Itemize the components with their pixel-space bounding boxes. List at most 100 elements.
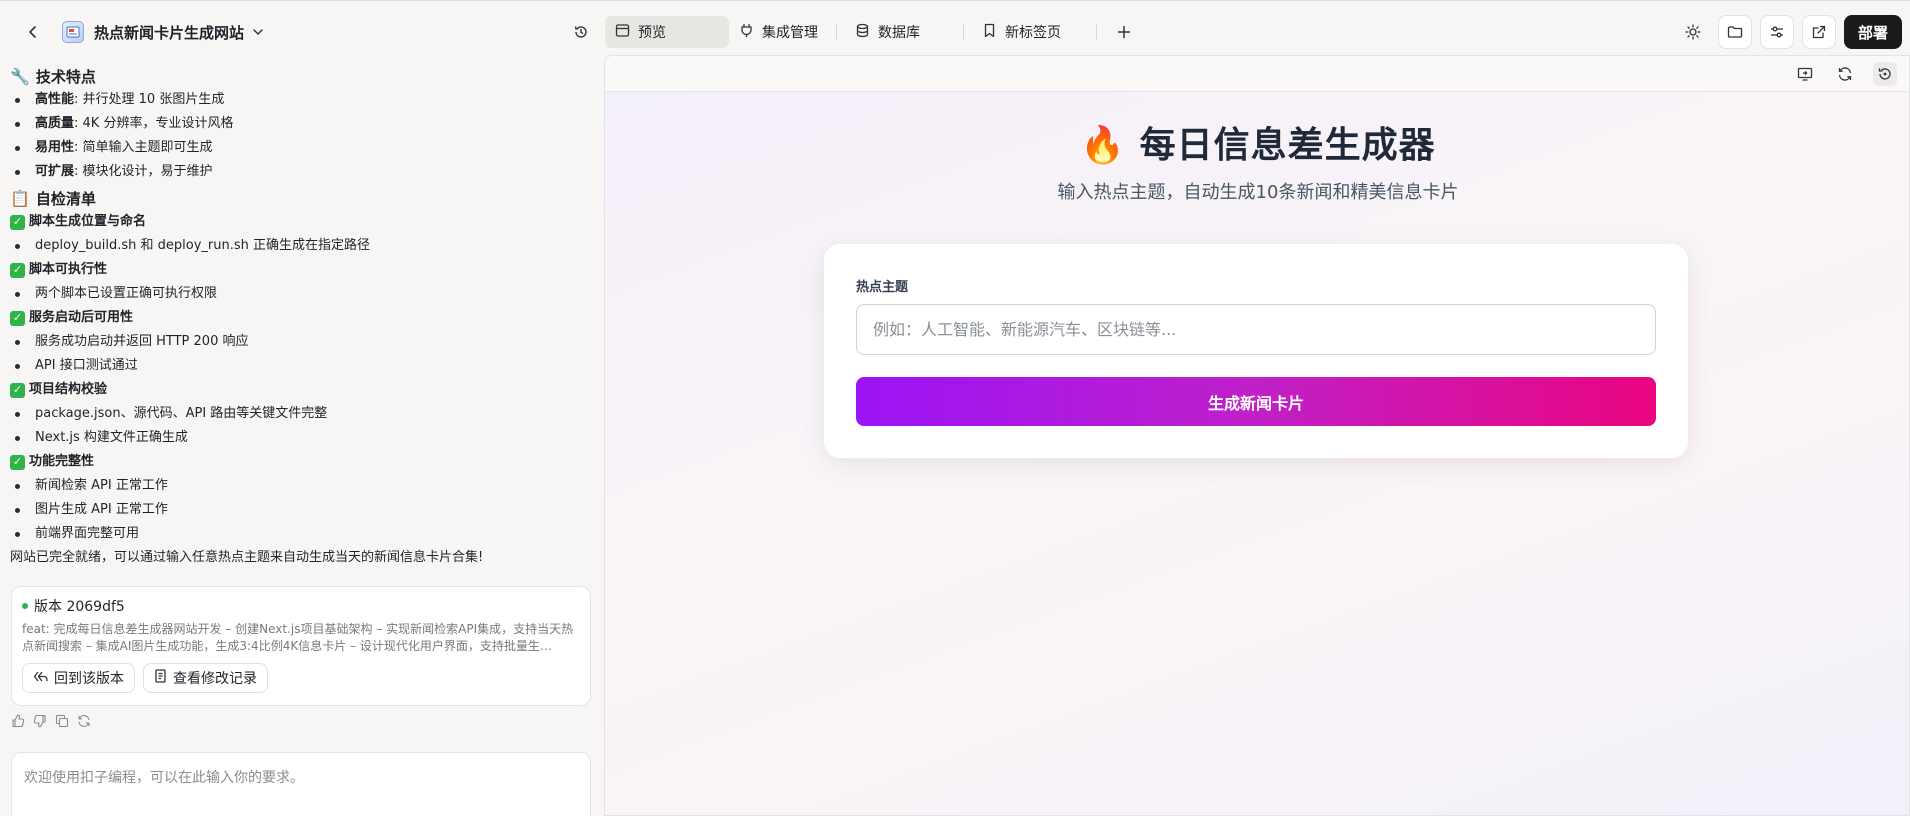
copy-icon[interactable] <box>54 713 70 729</box>
tab-preview[interactable]: 预览 <box>605 16 729 48</box>
thumbs-down-icon[interactable] <box>32 713 48 729</box>
project-header: 热点新闻卡片生成网站 <box>18 17 264 47</box>
section-title-checklist: 📋 自检清单 <box>10 186 590 210</box>
revert-icon <box>33 670 48 687</box>
wrench-icon: 🔧 <box>10 66 30 86</box>
list-item: 高性能: 并行处理 10 张图片生成 <box>10 88 590 112</box>
list-item: 前端界面完整可用 <box>10 522 590 546</box>
view-changes-button[interactable]: 查看修改记录 <box>143 663 268 693</box>
version-actions: 回到该版本 查看修改记录 <box>22 663 580 693</box>
check-item: ✓ 脚本可执行性 <box>10 258 590 282</box>
folder-icon[interactable] <box>1717 15 1752 49</box>
screen-share-icon[interactable] <box>1793 62 1817 86</box>
tab-new-tab[interactable]: 新标签页 <box>972 16 1088 48</box>
status-dot <box>22 603 28 609</box>
bookmark-icon <box>982 23 997 42</box>
page-subtitle: 输入热点主题，自动生成10条新闻和精美信息卡片 <box>1057 182 1459 203</box>
revert-version-button[interactable]: 回到该版本 <box>22 663 135 693</box>
version-description: feat: 完成每日信息差生成器网站开发 – 创建Next.js项目基础架构 –… <box>22 622 574 653</box>
external-link-icon[interactable] <box>1801 15 1836 49</box>
chat-input[interactable]: 欢迎使用扣子编程，可以在此输入你的要求。 <box>11 752 591 816</box>
summary-text: 网站已完全就绪，可以通过输入任意热点主题来自动生成当天的新闻信息卡片合集! <box>10 550 484 565</box>
tab-database[interactable]: 数据库 <box>845 16 955 48</box>
list-item: 高质量: 4K 分辨率，专业设计风格 <box>10 112 590 136</box>
history-icon[interactable] <box>566 17 596 47</box>
tech-list: 高性能: 并行处理 10 张图片生成 高质量: 4K 分辨率，专业设计风格 易用… <box>10 88 590 184</box>
checkmark-icon: ✓ <box>10 214 25 230</box>
project-logo-icon <box>62 21 84 43</box>
chevron-down-icon[interactable] <box>252 23 264 42</box>
preview-toolbar-actions <box>1793 62 1897 86</box>
list-item: Next.js 构建文件正确生成 <box>10 426 590 450</box>
section-title-tech: 🔧 技术特点 <box>10 64 590 88</box>
database-icon <box>855 23 870 42</box>
feedback-bar <box>10 713 92 729</box>
list-item: 易用性: 简单输入主题即可生成 <box>10 136 590 160</box>
chat-message: 🔧 技术特点 高性能: 并行处理 10 张图片生成 高质量: 4K 分辨率，专业… <box>0 64 600 570</box>
check-item: ✓ 项目结构校验 <box>10 378 590 402</box>
top-bar: 热点新闻卡片生成网站 预览 集成管理 数据库 新标签页 部署 <box>0 0 1910 62</box>
version-header: 版本 2069df5 <box>22 597 580 615</box>
deploy-button[interactable]: 部署 <box>1843 15 1902 49</box>
version-card: 版本 2069df5 feat: 完成每日信息差生成器网站开发 – 创建Next… <box>11 586 591 706</box>
check-detail-list: deploy_build.sh 和 deploy_run.sh 正确生成在指定路… <box>10 234 590 258</box>
tab-divider <box>836 24 837 40</box>
tab-bar: 预览 集成管理 数据库 新标签页 <box>605 16 1139 48</box>
checkmark-icon: ✓ <box>10 262 25 278</box>
page-title-text: 每日信息差生成器 <box>1139 125 1436 166</box>
preview-pane: 🔥 每日信息差生成器 输入热点主题，自动生成10条新闻和精美信息卡片 热点主题 … <box>604 55 1910 816</box>
check-item: ✓ 脚本生成位置与命名 <box>10 210 590 234</box>
refresh-icon[interactable] <box>1833 62 1857 86</box>
section-title-text: 技术特点 <box>35 67 96 86</box>
list-item: 新闻检索 API 正常工作 <box>10 474 590 498</box>
check-detail-list: 新闻检索 API 正常工作 图片生成 API 正常工作 前端界面完整可用 <box>10 474 590 546</box>
generator-card: 热点主题 生成新闻卡片 <box>824 244 1688 458</box>
check-item: ✓ 功能完整性 <box>10 450 590 474</box>
plug-icon <box>739 23 754 42</box>
back-icon[interactable] <box>18 17 48 47</box>
browser-window-icon <box>615 23 630 42</box>
tab-label: 数据库 <box>878 25 920 41</box>
topic-input[interactable] <box>856 304 1656 355</box>
checkmark-icon: ✓ <box>10 382 25 398</box>
tab-divider <box>1096 24 1097 40</box>
fire-icon: 🔥 <box>1080 125 1127 166</box>
check-detail-list: 两个脚本已设置正确可执行权限 <box>10 282 590 306</box>
hard-reload-icon[interactable] <box>1873 62 1897 86</box>
topic-field-label: 热点主题 <box>856 280 909 295</box>
preview-toolbar <box>605 56 1909 92</box>
tab-label: 集成管理 <box>762 25 818 41</box>
tab-label: 新标签页 <box>1005 25 1061 41</box>
button-label: 查看修改记录 <box>173 671 257 687</box>
topbar-actions: 部署 <box>1676 15 1902 49</box>
check-detail-list: package.json、源代码、API 路由等关键文件完整 Next.js 构… <box>10 402 590 450</box>
checkmark-icon: ✓ <box>10 310 25 326</box>
list-item: 两个脚本已设置正确可执行权限 <box>10 282 590 306</box>
settings-sliders-icon[interactable] <box>1759 15 1794 49</box>
checkmark-icon: ✓ <box>10 454 25 470</box>
page-title: 🔥 每日信息差生成器 <box>605 116 1909 168</box>
list-item: API 接口测试通过 <box>10 354 590 378</box>
tab-divider <box>963 24 964 40</box>
check-item: ✓ 服务启动后可用性 <box>10 306 590 330</box>
list-item: package.json、源代码、API 路由等关键文件完整 <box>10 402 590 426</box>
document-icon <box>154 669 167 687</box>
add-tab-icon[interactable] <box>1109 17 1139 47</box>
tab-integrations[interactable]: 集成管理 <box>729 16 828 48</box>
chat-panel: 🔧 技术特点 高性能: 并行处理 10 张图片生成 高质量: 4K 分辨率，专业… <box>0 62 600 816</box>
clipboard-icon: 📋 <box>10 188 30 208</box>
generate-cards-button[interactable]: 生成新闻卡片 <box>856 377 1656 426</box>
check-detail-list: 服务成功启动并返回 HTTP 200 响应 API 接口测试通过 <box>10 330 590 378</box>
version-label: 版本 2069df5 <box>34 599 125 615</box>
regenerate-icon[interactable] <box>76 713 92 729</box>
theme-sun-icon[interactable] <box>1676 15 1710 49</box>
section-title-text: 自检清单 <box>35 189 96 208</box>
list-item: 图片生成 API 正常工作 <box>10 498 590 522</box>
tab-label: 预览 <box>638 25 666 41</box>
project-title[interactable]: 热点新闻卡片生成网站 <box>94 22 244 43</box>
thumbs-up-icon[interactable] <box>10 713 26 729</box>
list-item: 可扩展: 模块化设计，易于维护 <box>10 160 590 184</box>
button-label: 回到该版本 <box>54 671 124 687</box>
list-item: deploy_build.sh 和 deploy_run.sh 正确生成在指定路… <box>10 234 590 258</box>
list-item: 服务成功启动并返回 HTTP 200 响应 <box>10 330 590 354</box>
